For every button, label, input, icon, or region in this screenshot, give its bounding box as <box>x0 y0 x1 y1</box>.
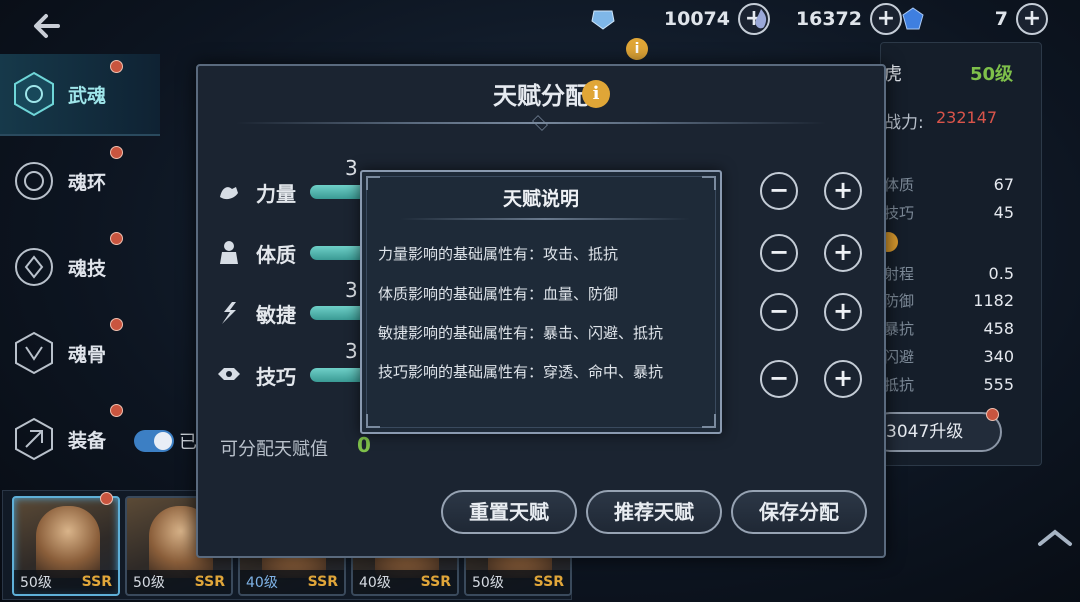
popup-title: 天赋说明 <box>502 188 579 210</box>
soul-bone-icon <box>15 331 53 375</box>
power-value: 232147 <box>936 108 998 127</box>
info-icon[interactable]: i <box>582 80 610 108</box>
hero-stats-panel <box>880 42 1042 466</box>
sidebar-item-soul-skill[interactable]: 魂技 <box>0 226 160 308</box>
reset-talent-button[interactable]: 重置天赋 <box>441 490 577 534</box>
attr-value: 3 <box>345 339 358 363</box>
increase-strength-button[interactable]: + <box>824 172 862 210</box>
increase-constitution-button[interactable]: + <box>824 234 862 272</box>
sidebar-item-label: 武魂 <box>68 84 107 107</box>
agility-icon <box>222 302 236 324</box>
stat-row: 射程 0.5 <box>884 263 1014 283</box>
add-flame-button[interactable]: + <box>870 3 902 35</box>
toggle-label: 已 <box>179 432 197 453</box>
available-points-label: 可分配天赋值 <box>220 439 328 460</box>
sidebar-item-soul-ring[interactable]: 魂环 <box>0 140 160 222</box>
soul-skill-icon <box>15 248 53 286</box>
crystal-count: 10074 <box>663 8 730 30</box>
resource-flame: 16372 + <box>748 2 902 36</box>
decrease-strength-button[interactable]: − <box>760 172 798 210</box>
back-arrow-icon <box>34 14 60 38</box>
sidebar-item-label: 魂环 <box>68 171 107 194</box>
corner-ornament <box>366 414 380 428</box>
stat-row: 暴抗 458 <box>884 318 1014 338</box>
available-points-value: 0 <box>357 433 371 457</box>
attr-row-constitution: 体质 <box>214 233 380 273</box>
corner-ornament <box>702 414 716 428</box>
stat-row: 体质 67 <box>884 174 1014 194</box>
soul-ring-icon <box>15 162 53 200</box>
sidebar-item-soul-bone[interactable]: 魂骨 <box>0 312 160 394</box>
decrease-constitution-button[interactable]: − <box>760 234 798 272</box>
save-allocation-button[interactable]: 保存分配 <box>731 490 867 534</box>
explanation-line: 体质影响的基础属性有：血量、防御 <box>378 285 619 303</box>
resource-crystal: 10074 + <box>590 2 770 36</box>
hero-portrait <box>36 506 100 578</box>
technique-icon <box>218 368 240 380</box>
divider <box>400 218 690 220</box>
strength-icon <box>220 187 238 200</box>
stat-row: 防御 1182 <box>884 290 1014 310</box>
hero-card[interactable]: 50级 SSR <box>12 496 120 596</box>
attr-label: 敏捷 <box>256 302 296 327</box>
upgrade-button[interactable]: 3047升级 <box>870 412 1002 452</box>
soul-flame-icon <box>755 9 767 29</box>
blue-gem-icon <box>902 7 924 30</box>
decrease-agility-button[interactable]: − <box>760 293 798 331</box>
gem-count: 7 <box>994 8 1008 30</box>
notification-dot <box>110 404 123 417</box>
notification-dot <box>100 492 113 505</box>
attr-label: 体质 <box>256 242 296 267</box>
martial-soul-icon <box>14 71 54 117</box>
explanation-line: 敏捷影响的基础属性有：暴击、闪避、抵抗 <box>378 324 664 342</box>
explanation-line: 力量影响的基础属性有：攻击、抵抗 <box>378 245 619 263</box>
increase-agility-button[interactable]: + <box>824 293 862 331</box>
sidebar-item-label: 装备 <box>68 429 107 452</box>
resource-gem: 7 + <box>900 2 1048 36</box>
recommend-talent-button[interactable]: 推荐天赋 <box>586 490 722 534</box>
info-icon[interactable]: i <box>626 38 648 60</box>
stat-row: 闪避 340 <box>884 346 1014 366</box>
notification-dot <box>986 408 999 421</box>
explanation-line: 技巧影响的基础属性有：穿透、命中、暴抗 <box>378 363 664 381</box>
stat-row: 抵抗 555 <box>884 374 1014 394</box>
hero-name: 虎 <box>884 64 902 85</box>
flame-count: 16372 <box>795 8 862 30</box>
notification-dot <box>110 232 123 245</box>
sidebar-item-label: 魂技 <box>68 257 107 280</box>
collapse-arrow-icon[interactable] <box>1036 526 1074 550</box>
stat-row: 技巧 45 <box>884 202 1014 222</box>
add-gem-button[interactable]: + <box>1016 3 1048 35</box>
attr-label: 技巧 <box>256 364 296 389</box>
notification-dot <box>110 60 123 73</box>
sidebar-item-martial-soul[interactable]: 武魂 <box>0 54 160 136</box>
attr-value: 3 <box>345 278 358 302</box>
notification-dot <box>110 318 123 331</box>
diamond-crystal-icon <box>591 10 615 30</box>
notification-dot <box>110 146 123 159</box>
power-label: 战力: <box>884 113 924 133</box>
attr-value: 3 <box>345 156 358 180</box>
sidebar-item-label: 魂骨 <box>68 343 107 366</box>
constitution-icon <box>220 241 238 264</box>
divider <box>236 122 826 124</box>
increase-technique-button[interactable]: + <box>824 360 862 398</box>
attr-label: 力量 <box>256 181 296 206</box>
auto-toggle[interactable] <box>134 430 174 452</box>
hero-level: 50级 <box>970 64 1014 85</box>
back-button[interactable] <box>28 8 72 44</box>
dialog-title: 天赋分配 <box>493 82 589 110</box>
equipment-icon <box>15 417 53 461</box>
decrease-technique-button[interactable]: − <box>760 360 798 398</box>
